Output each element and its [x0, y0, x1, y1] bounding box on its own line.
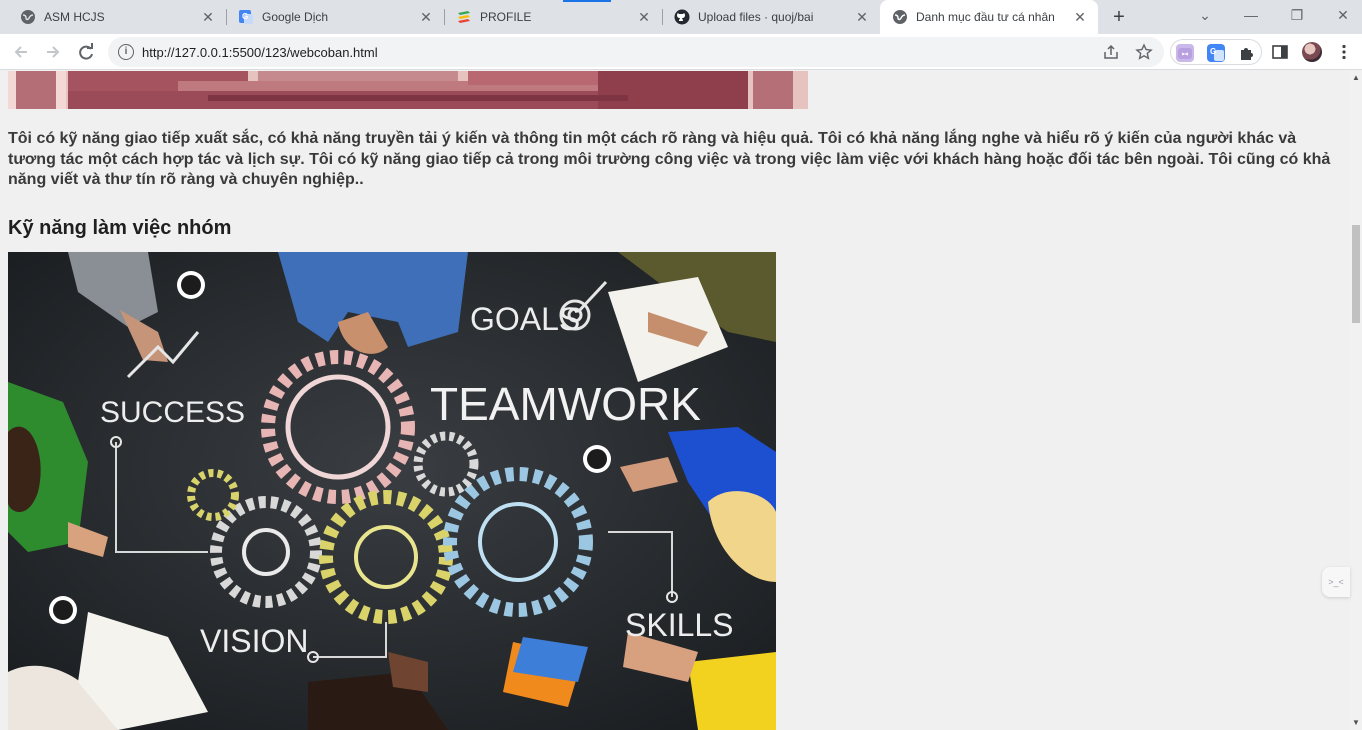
browser-toolbar: i http://127.0.0.1:5500/123/webcoban.htm…	[0, 34, 1362, 70]
address-bar[interactable]: i http://127.0.0.1:5500/123/webcoban.htm…	[108, 37, 1164, 67]
page-viewport: Tôi có kỹ năng giao tiếp xuất sắc, có kh…	[0, 71, 1350, 730]
goals-chalk-text: GOALS	[470, 301, 580, 337]
site-info-icon[interactable]: i	[118, 44, 134, 60]
scroll-down-arrow-icon[interactable]: ▼	[1350, 716, 1362, 730]
tab-asm-hcjs[interactable]: ASM HCJS ✕	[0, 0, 226, 34]
tab-upload-files[interactable]: Upload files · quoj/bai ✕	[654, 0, 880, 34]
window-close-button[interactable]: ✕	[1320, 0, 1362, 30]
globe-icon	[20, 9, 36, 25]
tab-google-dich[interactable]: G Google Dịch ✕	[218, 0, 444, 34]
tab-danh-muc-dau-tu[interactable]: Danh mục đầu tư cá nhân ✕	[880, 0, 1098, 34]
teamwork-heading: Kỹ năng làm việc nhóm	[8, 217, 232, 239]
tab-title: Danh mục đầu tư cá nhân	[916, 10, 1055, 24]
tab-search-dropdown-icon[interactable]: ⌄	[1182, 0, 1228, 30]
tab-title: Google Dịch	[262, 10, 329, 24]
teamwork-image: GOALS TEAMWORK SUCCESS VISION SKILLS	[8, 252, 776, 730]
bookmark-star-icon[interactable]	[1135, 43, 1153, 61]
github-icon	[674, 9, 690, 25]
reload-button[interactable]	[73, 39, 99, 65]
google-translate-icon: G	[238, 9, 254, 25]
svg-text:G: G	[1210, 47, 1216, 56]
restore-button[interactable]: ❐	[1274, 0, 1320, 30]
minimize-button[interactable]: —	[1228, 0, 1274, 30]
communication-image	[8, 71, 808, 109]
svg-text:G: G	[242, 12, 248, 21]
forward-button[interactable]	[40, 39, 66, 65]
extensions-group: G	[1170, 39, 1262, 65]
vision-chalk-text: VISION	[200, 623, 308, 659]
tab-strip: ASM HCJS ✕ G Google Dịch ✕ PROFILE ✕ Upl…	[0, 0, 1362, 34]
side-panel-icon[interactable]	[1270, 42, 1290, 62]
arrow-left-icon	[14, 46, 27, 58]
puzzle-extensions-icon[interactable]	[1237, 44, 1255, 62]
success-chalk-text: SUCCESS	[100, 396, 245, 429]
tab-title: PROFILE	[480, 10, 532, 24]
reload-icon	[79, 43, 93, 60]
globe-icon	[892, 9, 908, 25]
arrow-right-icon	[47, 46, 60, 58]
cat-extension-icon[interactable]	[1176, 44, 1194, 62]
tab-profile[interactable]: PROFILE ✕	[436, 0, 662, 34]
tab-title: ASM HCJS	[44, 10, 105, 24]
tab-close-icon[interactable]: ✕	[854, 9, 870, 25]
vertical-scrollbar[interactable]: ▲ ▼	[1350, 71, 1362, 730]
profile-avatar[interactable]	[1302, 42, 1322, 62]
communication-skills-paragraph: Tôi có kỹ năng giao tiếp xuất sắc, có kh…	[8, 130, 1331, 188]
share-icon[interactable]	[1102, 43, 1120, 61]
scroll-up-arrow-icon[interactable]: ▲	[1350, 71, 1362, 85]
tab-title: Upload files · quoj/bai	[698, 10, 814, 24]
kebab-menu-icon[interactable]	[1334, 42, 1354, 62]
tab-close-icon[interactable]: ✕	[636, 9, 652, 25]
tab-close-icon[interactable]: ✕	[418, 9, 434, 25]
google-translate-extension-icon[interactable]: G	[1207, 44, 1225, 62]
teamwork-chalk-text: TEAMWORK	[430, 378, 701, 430]
skills-chalk-text: SKILLS	[625, 607, 734, 643]
tab-close-icon[interactable]: ✕	[200, 9, 216, 25]
scrollbar-thumb[interactable]	[1352, 225, 1360, 323]
url-text[interactable]: http://127.0.0.1:5500/123/webcoban.html	[142, 45, 378, 60]
new-tab-button[interactable]: +	[1108, 6, 1130, 28]
floating-side-widget[interactable]: >_<	[1322, 567, 1350, 597]
stack-icon	[456, 9, 472, 25]
tab-close-icon[interactable]: ✕	[1072, 9, 1088, 25]
back-button[interactable]	[8, 39, 34, 65]
